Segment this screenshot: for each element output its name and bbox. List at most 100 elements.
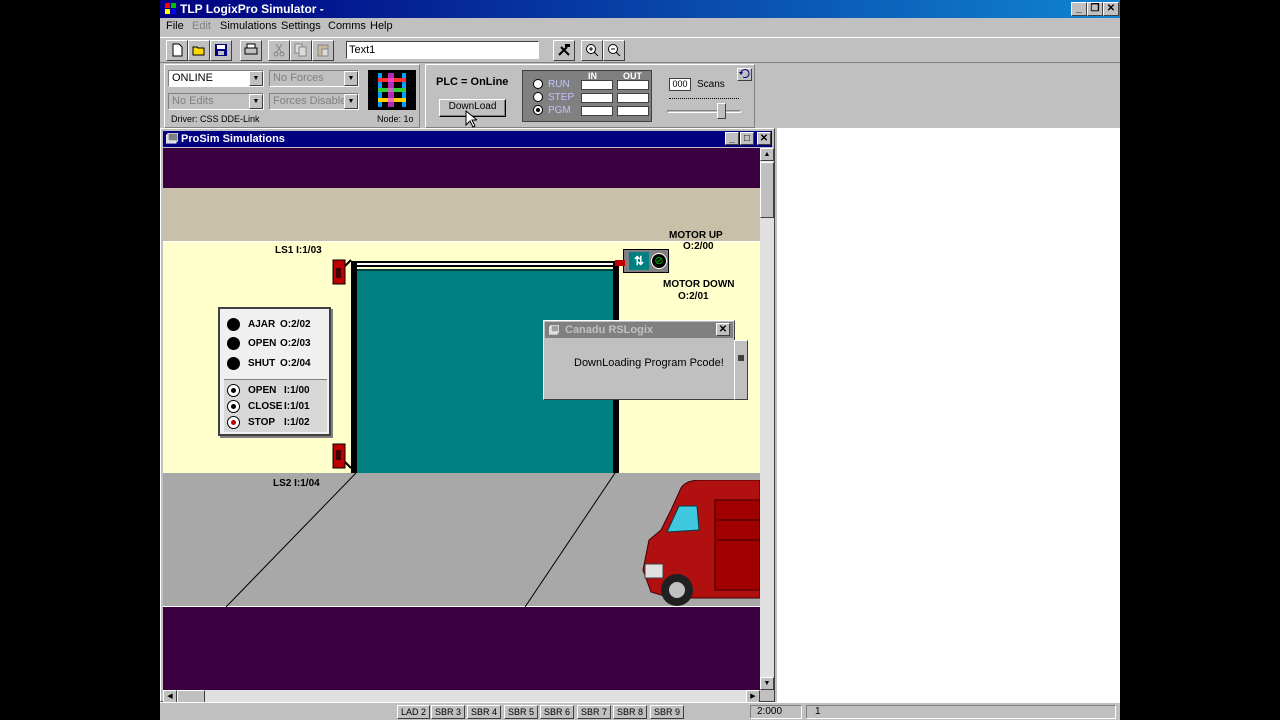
dialog-close-button[interactable]: ✕	[716, 323, 730, 336]
prosim-close-button[interactable]: ✕	[757, 132, 771, 145]
scan-speed-slider[interactable]	[667, 98, 741, 120]
run-mode-radio[interactable]	[533, 79, 543, 89]
open-folder-icon	[192, 46, 205, 56]
pgm-mode-radio[interactable]	[533, 105, 543, 115]
edits-value: No Edits	[172, 95, 214, 107]
tab-sbr-5[interactable]: SBR 5	[504, 705, 539, 719]
dialog-title-bar: Canadu RSLogix ✕	[545, 322, 733, 338]
paste-button[interactable]	[312, 40, 334, 61]
motor-up-down-icon: ⇅	[629, 252, 649, 270]
save-icon	[215, 44, 227, 56]
mode-selector-box: IN OUT RUN STEP PGM	[522, 70, 652, 122]
open-pushbutton[interactable]	[227, 384, 240, 397]
cut-button[interactable]	[268, 40, 290, 61]
run-label: RUN	[548, 79, 570, 90]
io-in-cell-2	[581, 93, 613, 103]
menu-comms[interactable]: Comms	[328, 20, 366, 32]
stop-pushbutton[interactable]	[227, 416, 240, 429]
tab-sbr-3[interactable]: SBR 3	[431, 705, 466, 719]
mode-value: ONLINE	[172, 72, 213, 84]
motor-arm	[615, 260, 625, 266]
ladder-editor-area[interactable]	[777, 128, 1120, 702]
zoom-out-icon	[608, 44, 621, 57]
tab-sbr-4[interactable]: SBR 4	[467, 705, 502, 719]
plc-panel: PLC = OnLine DownLoad IN OUT RUN STEP PG…	[425, 64, 755, 128]
motor-down-address: O:2/01	[678, 291, 709, 302]
status-position: 2:000	[750, 705, 802, 719]
menu-bar: File Edit Simulations Settings Comms Hel…	[160, 18, 1120, 36]
prosim-maximize-button[interactable]: □	[740, 132, 754, 145]
scans-value-box: 000	[669, 78, 691, 91]
tab-sbr-6[interactable]: SBR 6	[540, 705, 575, 719]
text-input[interactable]: Text1	[346, 41, 539, 59]
forces-select[interactable]: No Forces ▼	[269, 70, 359, 87]
new-file-button[interactable]	[166, 40, 188, 61]
download-dialog: Canadu RSLogix ✕ DownLoading Program Pco…	[543, 320, 735, 400]
restore-button[interactable]: ❐	[1087, 2, 1103, 16]
paste-icon	[317, 44, 329, 57]
close-button-address: I:1/01	[284, 401, 310, 412]
title-bar: TLP LogixPro Simulator - _ ❐ ✕	[160, 0, 1120, 18]
menu-settings[interactable]: Settings	[281, 20, 321, 32]
shut-label: SHUT	[248, 358, 276, 369]
close-pushbutton[interactable]	[227, 400, 240, 413]
motor-up-label: MOTOR UP	[669, 230, 723, 241]
motor-down-label: MOTOR DOWN	[663, 279, 735, 290]
prosim-title-bar: ProSim Simulations _ □ ✕	[163, 131, 772, 147]
copy-button[interactable]	[290, 40, 312, 61]
dialog-app-icon	[549, 325, 559, 335]
side-panel-tab[interactable]	[734, 340, 748, 400]
tab-lad-2[interactable]: LAD 2	[397, 705, 431, 719]
tools-button[interactable]	[553, 40, 575, 61]
toolbar: Text1	[160, 37, 1120, 63]
menu-simulations[interactable]: Simulations	[220, 20, 277, 32]
zoom-out-button[interactable]	[603, 40, 625, 61]
ajar-address: O:2/02	[280, 319, 311, 330]
status-bar: LAD 2 SBR 3 SBR 4 SBR 5 SBR 6 SBR 7 SBR …	[160, 702, 1120, 720]
scans-value: 000	[672, 79, 688, 89]
menu-file[interactable]: File	[166, 20, 184, 32]
forces-enabled-select[interactable]: Forces Disabled ▼	[269, 93, 359, 110]
vertical-scrollbar[interactable]: ▲ ▼	[760, 148, 774, 690]
door-track-top	[351, 261, 617, 267]
driver-text: Driver: CSS DDE-Link	[171, 114, 260, 124]
app-icon	[165, 3, 176, 14]
close-button[interactable]: ✕	[1103, 2, 1119, 16]
open-button-label: OPEN	[248, 385, 277, 396]
tab-sbr-8[interactable]: SBR 8	[613, 705, 648, 719]
open-indicator-label: OPEN	[248, 338, 277, 349]
scissors-icon	[273, 43, 285, 57]
menu-help[interactable]: Help	[370, 20, 393, 32]
shut-indicator-icon	[227, 357, 240, 370]
plc-status: PLC = OnLine	[436, 76, 509, 88]
dialog-title: Canadu RSLogix	[565, 324, 654, 336]
prosim-minimize-button[interactable]: _	[725, 132, 739, 145]
scroll-up-button[interactable]: ▲	[760, 148, 774, 161]
control-box: AJAR O:2/02 OPEN O:2/03 SHUT O:2/04 OPEN…	[218, 307, 331, 436]
prosim-title: ProSim Simulations	[181, 133, 285, 145]
slider-thumb[interactable]	[717, 103, 726, 119]
zoom-in-icon	[586, 44, 599, 57]
chevron-down-icon: ▼	[344, 71, 358, 86]
chevron-down-icon: ▼	[344, 94, 358, 109]
save-button[interactable]	[210, 40, 232, 61]
tab-sbr-9[interactable]: SBR 9	[650, 705, 685, 719]
menu-edit[interactable]: Edit	[192, 20, 211, 32]
mode-select[interactable]: ONLINE ▼	[168, 70, 264, 87]
zoom-in-button[interactable]	[581, 40, 603, 61]
open-file-button[interactable]	[188, 40, 210, 61]
vertical-scroll-thumb[interactable]	[760, 162, 774, 218]
tab-sbr-7[interactable]: SBR 7	[577, 705, 612, 719]
motor-status-icon: ⊘	[651, 253, 667, 269]
io-in-cell-3	[581, 106, 613, 116]
scroll-down-button[interactable]: ▼	[760, 677, 774, 690]
edits-select[interactable]: No Edits ▼	[168, 93, 264, 110]
step-mode-radio[interactable]	[533, 92, 543, 102]
ladder-logo-icon	[368, 70, 416, 110]
refresh-button[interactable]	[737, 68, 752, 81]
minimize-button[interactable]: _	[1071, 2, 1087, 16]
step-label: STEP	[548, 92, 575, 103]
print-button[interactable]	[240, 40, 262, 61]
logixpro-window: TLP LogixPro Simulator - _ ❐ ✕ File Edit…	[160, 0, 1120, 720]
ls2-label: LS2 I:1/04	[273, 478, 320, 489]
